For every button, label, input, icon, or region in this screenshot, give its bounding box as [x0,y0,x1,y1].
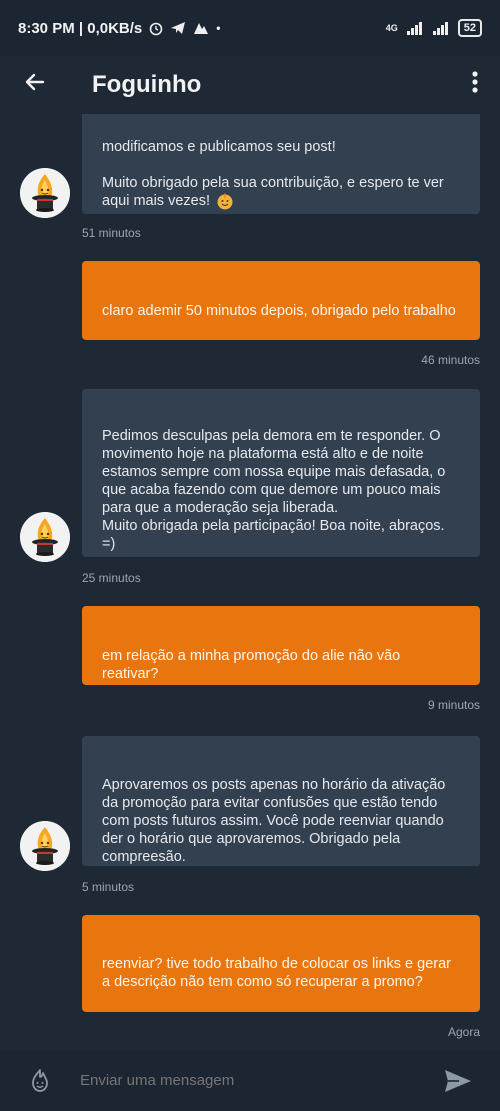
message-timestamp: 46 minutos [421,353,480,367]
status-bar: 8:30 PM | 0,0KB/s • 4G 52 [0,0,500,56]
battery-icon: 52 [457,19,482,37]
more-options-button[interactable] [450,70,500,101]
message-text: Aprovaremos os posts apenas no horário d… [102,777,446,865]
alarm-icon [149,22,163,36]
message-incoming: Pedimos desculpas pela demora em te resp… [82,389,480,557]
fire-emoji-icon [32,1068,48,1092]
send-button[interactable] [416,1068,500,1094]
fire-mascot-icon [20,821,70,871]
chat-title: Foguinho [92,71,202,98]
send-icon [445,1069,471,1092]
message-outgoing: claro ademir 50 minutos depois, obrigado… [82,261,480,340]
fire-mascot-icon [20,168,70,218]
status-left: 8:30 PM | 0,0KB/s • [18,20,220,37]
message-timestamp: Agora [447,1025,480,1039]
message-text: claro ademir 50 minutos depois, obrigado… [102,303,456,319]
message-timestamp: 51 minutos [82,226,141,240]
message-text: modificamos e publicamos seu post! Muito… [102,139,444,209]
dot-indicator: • [216,21,221,35]
network-label: 4G [385,23,398,33]
smiling-emoji-icon [217,193,233,210]
status-time: 8:30 PM | 0,0KB/s [18,19,143,37]
avatar [20,821,70,871]
message-text: em relação a minha promoção do alie não … [102,648,401,682]
battery-level: 52 [463,22,476,34]
message-outgoing: em relação a minha promoção do alie não … [82,606,480,685]
message-timestamp: 5 minutos [82,880,135,894]
app-bar: Foguinho [0,56,500,114]
avatar [20,512,70,562]
message-text: reenviar? tive todo trabalho de colocar … [102,956,451,990]
message-timestamp: 9 minutos [427,698,480,712]
status-right: 4G 52 [386,19,482,37]
message-incoming: modificamos e publicamos seu post! Muito… [82,114,480,214]
signal-icon [406,22,422,35]
arrow-left-icon [25,73,45,91]
message-text: Pedimos desculpas pela demora em te resp… [102,428,446,552]
message-input[interactable] [80,1059,416,1102]
message-list[interactable]: modificamos e publicamos seu post! Muito… [0,114,500,1050]
fire-mascot-icon [20,512,70,562]
message-incoming: Aprovaremos os posts apenas no horário d… [82,736,480,866]
telegram-icon [171,22,186,34]
more-vertical-icon [472,70,478,93]
emoji-button[interactable] [0,1068,80,1094]
app-notification-icon [194,23,209,34]
back-button[interactable] [0,68,70,102]
signal-icon-2 [432,22,448,35]
avatar [20,168,70,218]
message-composer [0,1050,500,1111]
message-timestamp: 25 minutos [82,571,141,585]
message-outgoing: reenviar? tive todo trabalho de colocar … [82,915,480,1012]
